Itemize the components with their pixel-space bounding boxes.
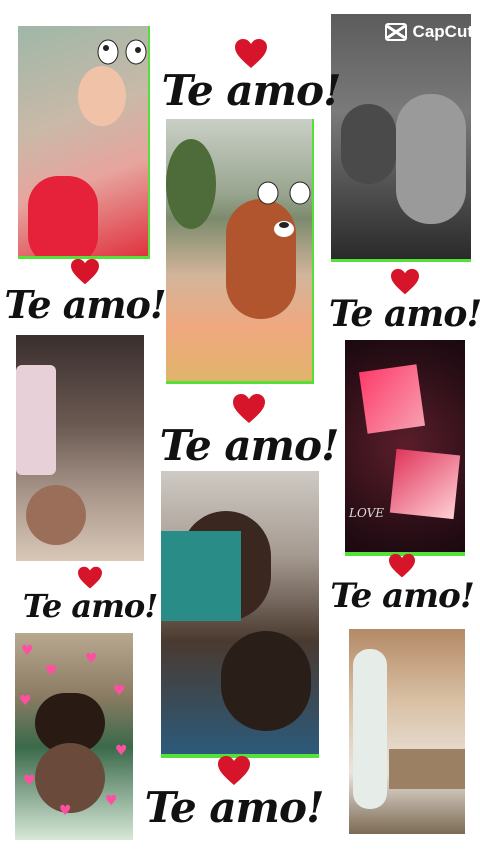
heart-sticker: ♥ bbox=[59, 803, 72, 819]
outfit-shape bbox=[28, 176, 98, 256]
tree-shape bbox=[166, 139, 216, 229]
heart-sticker: ♥ bbox=[45, 663, 58, 679]
capcut-watermark: CapCut bbox=[384, 22, 471, 42]
capcut-logo-icon bbox=[384, 23, 407, 41]
heart-sticker: ♥ bbox=[21, 643, 34, 659]
capcut-brand-text: CapCut bbox=[412, 22, 471, 41]
caption-2: Te amo! bbox=[4, 258, 167, 324]
caption-text: Te amo! bbox=[328, 293, 480, 335]
pillow-shape bbox=[16, 365, 56, 475]
photo-tile-7: ♥ ♥ ♥ ♥ ♥ ♥ ♥ ♥ ♥ bbox=[15, 633, 133, 840]
caption-text: Te amo! bbox=[144, 783, 325, 832]
caption-text: Te amo! bbox=[161, 66, 342, 115]
caption-6: Te amo! bbox=[330, 553, 475, 613]
caption-text: Te amo! bbox=[330, 576, 474, 616]
heart-icon bbox=[391, 268, 419, 295]
caption-3: Te amo! bbox=[329, 268, 480, 332]
dog-filter-sticker bbox=[257, 181, 311, 237]
table-shape bbox=[389, 749, 465, 789]
love-label: LOVE bbox=[349, 506, 385, 520]
polaroid-photo bbox=[358, 364, 426, 434]
photo-tile-2 bbox=[166, 119, 314, 384]
caption-1: Te amo! bbox=[162, 38, 341, 112]
photo-tile-6 bbox=[161, 471, 319, 758]
caption-5: Te amo! bbox=[23, 566, 158, 622]
shirt-shape bbox=[161, 531, 241, 621]
heart-sticker: ♥ bbox=[113, 683, 126, 699]
caption-4: Te amo! bbox=[160, 393, 339, 467]
heart-sticker: ♥ bbox=[105, 793, 118, 809]
caption-7: Te amo! bbox=[145, 755, 324, 829]
polaroid-photo bbox=[389, 448, 461, 520]
person-silhouette bbox=[26, 485, 86, 545]
person-silhouette bbox=[78, 66, 126, 126]
photo-tile-4 bbox=[16, 335, 144, 561]
heart-sticker: ♥ bbox=[115, 743, 128, 759]
photo-tile-3: CapCut bbox=[331, 14, 471, 262]
dog-filter-sticker bbox=[97, 39, 147, 65]
photo-tile-8 bbox=[349, 629, 465, 834]
person-silhouette bbox=[221, 631, 311, 731]
heart-sticker: ♥ bbox=[85, 651, 98, 667]
caption-text: Te amo! bbox=[22, 587, 159, 625]
person-silhouette bbox=[341, 104, 396, 184]
heart-sticker: ♥ bbox=[23, 773, 36, 789]
photo-tile-5: LOVE bbox=[345, 340, 465, 556]
heart-sticker: ♥ bbox=[19, 693, 32, 709]
person-silhouette bbox=[353, 649, 387, 809]
photo-tile-1 bbox=[18, 26, 150, 259]
caption-text: Te amo! bbox=[4, 282, 166, 327]
person-silhouette bbox=[396, 94, 466, 224]
caption-text: Te amo! bbox=[159, 421, 340, 470]
